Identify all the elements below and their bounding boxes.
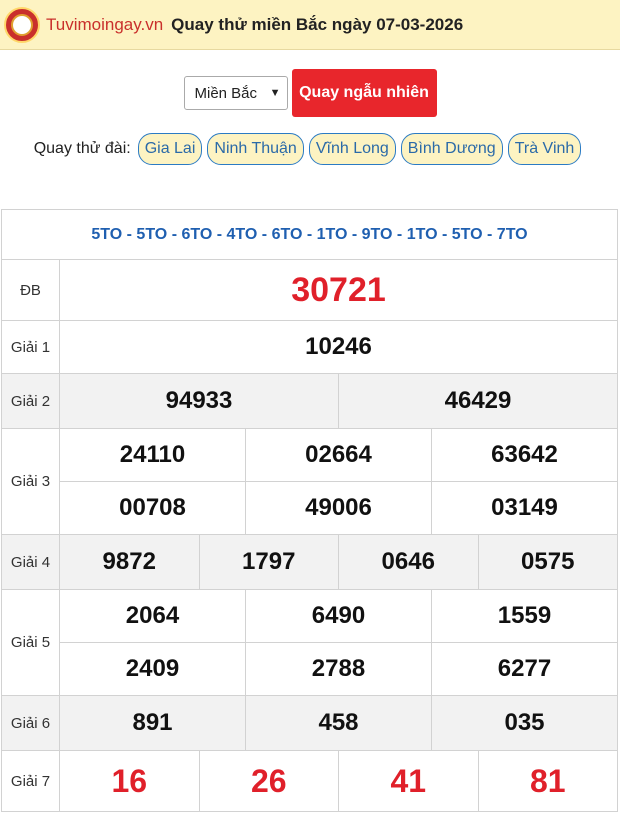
prize-7-value: 26 [198, 750, 339, 812]
prize-label-g1: Giải 1 [1, 320, 60, 374]
region-select-value: Miền Bắc [194, 84, 258, 102]
station-tra-vinh[interactable]: Trà Vinh [507, 133, 582, 165]
station-vinh-long[interactable]: Vĩnh Long [308, 133, 396, 165]
prize-5-value: 2409 [59, 642, 246, 696]
site-name-link[interactable]: Tuvimoingay.vn [46, 15, 163, 35]
prize-label-g3: Giải 3 [1, 428, 60, 535]
prize-3-value: 02664 [245, 428, 432, 482]
prize-5-value: 6277 [431, 642, 618, 696]
chevron-down-icon: ▼ [269, 87, 281, 99]
prize-7-value: 16 [59, 750, 200, 812]
prize-label-g4: Giải 4 [1, 534, 60, 590]
site-logo[interactable] [4, 6, 40, 43]
stations-label: Quay thử đài: [33, 140, 131, 157]
results-table: 5TO - 5TO - 6TO - 4TO - 6TO - 1TO - 9TO … [1, 209, 618, 812]
prize-1-value: 10246 [59, 320, 618, 374]
prize-3-value: 63642 [431, 428, 618, 482]
prize-5-value: 6490 [245, 589, 432, 643]
prize-2-value: 94933 [59, 373, 339, 429]
prize-7-value: 41 [338, 750, 479, 812]
station-binh-duong[interactable]: Bình Dương [400, 133, 503, 165]
prize-4-value: 0575 [477, 534, 618, 590]
prize-label-g6: Giải 6 [1, 695, 60, 751]
prize-5-value: 2064 [59, 589, 246, 643]
prize-4-value: 9872 [59, 534, 200, 590]
prize-label-g2: Giải 2 [1, 373, 60, 429]
station-gia-lai[interactable]: Gia Lai [137, 133, 203, 165]
prize-4-value: 0646 [338, 534, 479, 590]
prize-3-value: 49006 [245, 481, 432, 535]
ticket-codes: 5TO - 5TO - 6TO - 4TO - 6TO - 1TO - 9TO … [1, 209, 618, 260]
random-spin-button[interactable]: Quay ngẫu nhiên [291, 69, 437, 117]
prize-2-value: 46429 [338, 373, 618, 429]
header-bar: Tuvimoingay.vn Quay thử miền Bắc ngày 07… [0, 0, 620, 50]
prize-3-value: 03149 [431, 481, 618, 535]
prize-6-value: 035 [431, 695, 618, 751]
prize-7-value: 81 [477, 750, 618, 812]
prize-label-g5: Giải 5 [1, 589, 60, 696]
station-links: Quay thử đài: Gia Lai Ninh Thuận Vĩnh Lo… [0, 133, 620, 165]
prize-label-g7: Giải 7 [1, 750, 60, 812]
prize-4-value: 1797 [198, 534, 339, 590]
page-title: Quay thử miền Bắc ngày 07-03-2026 [171, 14, 464, 34]
prize-label-db: ĐB [1, 259, 60, 321]
prize-6-value: 458 [245, 695, 432, 751]
prize-3-value: 00708 [59, 481, 246, 535]
prize-special-value: 30721 [59, 259, 618, 321]
prize-3-value: 24110 [59, 428, 246, 482]
station-ninh-thuan[interactable]: Ninh Thuận [207, 133, 304, 165]
prize-5-value: 1559 [431, 589, 618, 643]
region-select[interactable]: Miền Bắc ▼ [183, 76, 288, 110]
controls-row: Miền Bắc ▼ Quay ngẫu nhiên [0, 69, 620, 117]
prize-6-value: 891 [59, 695, 246, 751]
prize-5-value: 2788 [245, 642, 432, 696]
